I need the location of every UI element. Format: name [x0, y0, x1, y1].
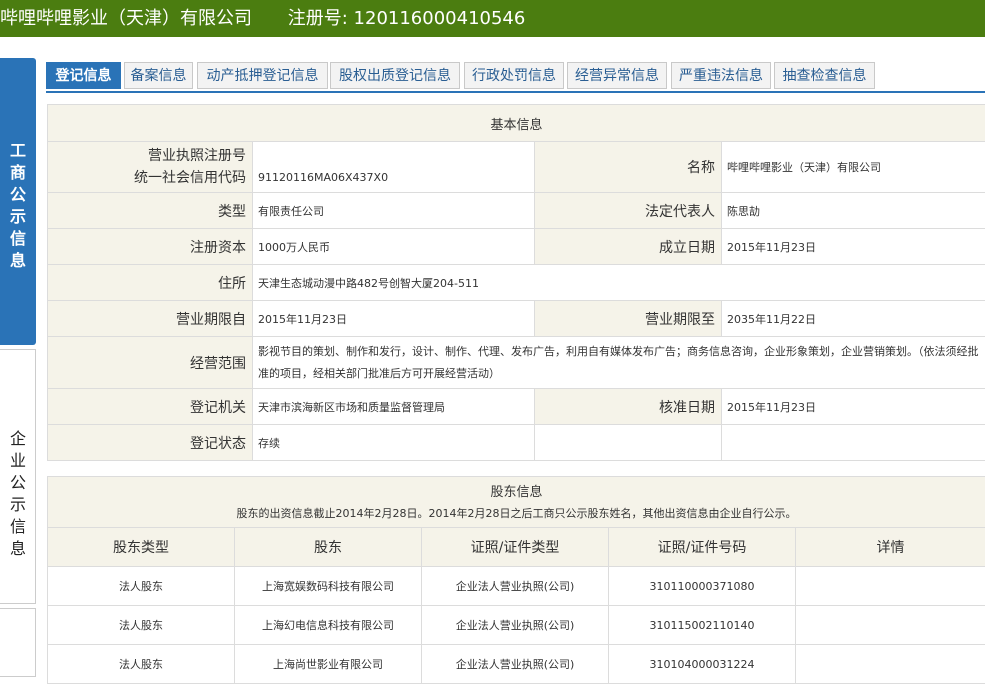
shareholder-type: 法人股东 — [48, 645, 235, 684]
credit-code-value: 91120116MA06X437X0 — [258, 167, 529, 189]
term-from-label: 营业期限自 — [48, 301, 253, 337]
basic-info-table: 基本信息 营业执照注册号 统一社会信用代码 91120116MA06X437X0… — [47, 104, 985, 461]
side-nav-char: 息 — [0, 538, 36, 560]
tab-chattel-mortgage[interactable]: 动产抵押登记信息 — [197, 62, 328, 89]
table-row: 法人股东 上海宽娱数码科技有限公司 企业法人营业执照(公司) 310110000… — [48, 567, 985, 606]
credit-code-cell: 91120116MA06X437X0 — [253, 142, 535, 193]
doc-type: 企业法人营业执照(公司) — [422, 567, 609, 606]
capital-value: 1000万人民币 — [253, 229, 535, 265]
column-header: 证照/证件类型 — [422, 528, 609, 567]
doc-number: 310104000031224 — [609, 645, 796, 684]
scope-label: 经营范围 — [48, 337, 253, 389]
side-nav-char: 示 — [0, 206, 36, 228]
term-to-value: 2035年11月22日 — [722, 301, 985, 337]
approved-value: 2015年11月23日 — [722, 389, 985, 425]
side-nav-label: 企业公示信息 — [0, 428, 36, 560]
side-nav-more[interactable] — [0, 608, 36, 677]
side-nav-char: 企 — [0, 428, 36, 450]
established-label: 成立日期 — [535, 229, 722, 265]
scope-value: 影视节目的策划、制作和发行，设计、制作、代理、发布广告，利用自有媒体发布广告；商… — [253, 337, 985, 389]
established-value: 2015年11月23日 — [722, 229, 985, 265]
tab-serious-violation[interactable]: 严重违法信息 — [671, 62, 771, 89]
legal-rep-label: 法定代表人 — [535, 193, 722, 229]
shareholder-header: 股东信息 股东的出资信息截止2014年2月28日。2014年2月28日之后工商只… — [48, 477, 985, 528]
reg-no-label: 营业执照注册号 — [53, 145, 246, 167]
approved-label: 核准日期 — [535, 389, 722, 425]
tab-admin-penalty[interactable]: 行政处罚信息 — [464, 62, 564, 89]
column-header: 详情 — [796, 528, 985, 567]
detail-cell[interactable] — [796, 567, 985, 606]
reg-label: 注册号: — [288, 8, 348, 29]
shareholder-table: 股东信息 股东的出资信息截止2014年2月28日。2014年2月28日之后工商只… — [47, 476, 985, 684]
capital-label: 注册资本 — [48, 229, 253, 265]
doc-number: 310115002110140 — [609, 606, 796, 645]
shareholder-name: 上海宽娱数码科技有限公司 — [235, 567, 422, 606]
authority-value: 天津市滨海新区市场和质量监督管理局 — [253, 389, 535, 425]
side-nav-char: 工 — [0, 140, 36, 162]
side-nav-char: 示 — [0, 494, 36, 516]
column-header: 股东类型 — [48, 528, 235, 567]
term-from-value: 2015年11月23日 — [253, 301, 535, 337]
table-row: 法人股东 上海尚世影业有限公司 企业法人营业执照(公司) 31010400003… — [48, 645, 985, 684]
tab-abnormal-operation[interactable]: 经营异常信息 — [567, 62, 667, 89]
side-nav-char: 业 — [0, 450, 36, 472]
side-nav-business-info[interactable]: 工商公示信息 — [0, 58, 36, 345]
side-nav-char: 公 — [0, 472, 36, 494]
shareholder-type: 法人股东 — [48, 567, 235, 606]
type-label: 类型 — [48, 193, 253, 229]
tab-equity-pledge[interactable]: 股权出质登记信息 — [330, 62, 460, 89]
status-value: 存续 — [253, 425, 535, 461]
tab-filing[interactable]: 备案信息 — [124, 62, 193, 89]
side-nav-char: 息 — [0, 250, 36, 272]
type-value: 有限责任公司 — [253, 193, 535, 229]
reg-no-cell: 营业执照注册号 统一社会信用代码 — [48, 142, 253, 193]
tab-registration[interactable]: 登记信息 — [46, 62, 121, 89]
detail-cell[interactable] — [796, 606, 985, 645]
table-row: 法人股东 上海幻电信息科技有限公司 企业法人营业执照(公司) 310115002… — [48, 606, 985, 645]
shareholder-type: 法人股东 — [48, 606, 235, 645]
doc-type: 企业法人营业执照(公司) — [422, 645, 609, 684]
doc-number: 310110000371080 — [609, 567, 796, 606]
legal-rep-value: 陈思劼 — [722, 193, 985, 229]
side-nav-char: 信 — [0, 228, 36, 250]
shareholder-name: 上海尚世影业有限公司 — [235, 645, 422, 684]
term-to-label: 营业期限至 — [535, 301, 722, 337]
doc-type: 企业法人营业执照(公司) — [422, 606, 609, 645]
shareholder-note: 股东的出资信息截止2014年2月28日。2014年2月28日之后工商只公示股东姓… — [48, 505, 985, 523]
name-value: 哔哩哔哩影业（天津）有限公司 — [722, 142, 985, 193]
shareholder-name: 上海幻电信息科技有限公司 — [235, 606, 422, 645]
side-nav-char: 信 — [0, 516, 36, 538]
empty-cell — [722, 425, 985, 461]
side-nav-label: 工商公示信息 — [0, 140, 36, 272]
authority-label: 登记机关 — [48, 389, 253, 425]
address-label: 住所 — [48, 265, 253, 301]
side-nav-enterprise-info[interactable]: 企业公示信息 — [0, 349, 36, 604]
name-label: 名称 — [535, 142, 722, 193]
credit-code-label: 统一社会信用代码 — [53, 167, 246, 189]
reg-number: 120116000410546 — [354, 8, 526, 29]
shareholder-title: 股东信息 — [48, 481, 985, 505]
side-nav-char: 商 — [0, 162, 36, 184]
detail-cell[interactable] — [796, 645, 985, 684]
company-title: 哔哩哔哩影业（天津）有限公司 — [0, 8, 252, 29]
column-header: 证照/证件号码 — [609, 528, 796, 567]
basic-info-title: 基本信息 — [48, 105, 985, 142]
side-nav-char: 公 — [0, 184, 36, 206]
empty-cell — [535, 425, 722, 461]
tab-spot-check[interactable]: 抽查检查信息 — [774, 62, 875, 89]
column-header: 股东 — [235, 528, 422, 567]
tabs-underline — [46, 91, 985, 93]
top-header: 哔哩哔哩影业（天津）有限公司 注册号: 120116000410546 — [0, 0, 985, 37]
address-value: 天津生态城动漫中路482号创智大厦204-511 — [253, 265, 985, 301]
status-label: 登记状态 — [48, 425, 253, 461]
